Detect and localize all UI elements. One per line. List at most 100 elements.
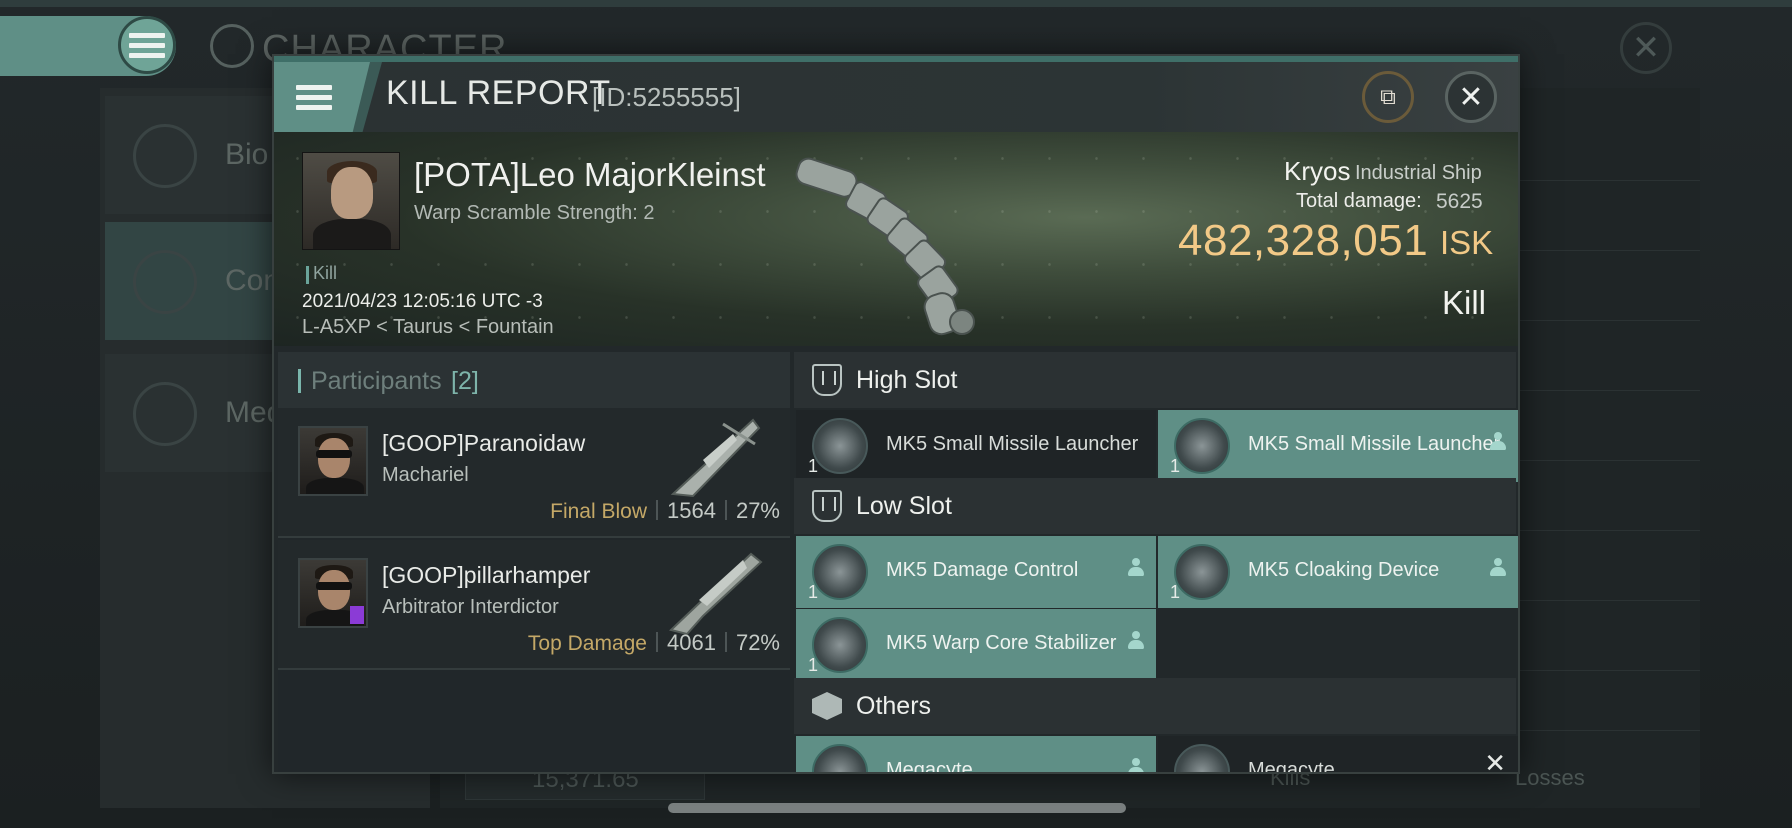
- avatar[interactable]: [298, 426, 368, 496]
- close-icon: ✕: [1458, 80, 1484, 114]
- participant-damage: 1564: [667, 498, 716, 523]
- participant-ship: Arbitrator Interdictor: [382, 596, 559, 618]
- external-link-icon: ⧉: [1380, 84, 1396, 109]
- megacyte-icon: [812, 744, 868, 772]
- participant-row[interactable]: [GOOP]pillarhamper Arbitrator Interdicto…: [278, 540, 790, 670]
- module-qty: 1: [1170, 582, 1181, 602]
- divider: [1500, 730, 1700, 731]
- hamburger-icon: [296, 80, 332, 115]
- pilot-icon: [1128, 631, 1144, 651]
- participant-ship-image: [670, 418, 761, 498]
- victim-ship-name[interactable]: Kryos: [1284, 156, 1350, 187]
- pilot-icon: [1490, 558, 1506, 578]
- share-button[interactable]: ⧉: [1362, 71, 1414, 123]
- high-slot-icon: [812, 364, 842, 396]
- kill-tag: Kill: [313, 263, 338, 283]
- module-item[interactable]: 1 MK5 Small Missile Launcher: [1158, 410, 1518, 482]
- result-label: Kill: [1442, 284, 1487, 321]
- divider: [1500, 390, 1700, 391]
- participant-stats: Final Blow 1564 27%: [550, 498, 780, 524]
- module-qty: 1: [808, 582, 819, 602]
- slot-label: High Slot: [856, 366, 958, 394]
- victim-ship-class: Industrial Ship: [1355, 162, 1482, 184]
- participants-count: [2]: [451, 367, 479, 395]
- participant-percent: 72%: [735, 630, 780, 655]
- dialog-title: KILL REPORT: [386, 74, 611, 112]
- list-icon: [133, 124, 197, 188]
- module-item[interactable]: 1 MK5 Cloaking Device: [1158, 536, 1518, 608]
- participant-name: [GOOP]pillarhamper: [382, 562, 591, 588]
- participant-ship-image: [668, 552, 763, 636]
- high-slot-header: High Slot: [794, 352, 1516, 408]
- module-item[interactable]: Megacyte: [796, 736, 1156, 774]
- pilot-icon: [1128, 558, 1144, 578]
- module-name: MK5 Small Missile Launcher: [1248, 433, 1501, 455]
- background-losses-label: Losses: [1515, 765, 1585, 790]
- destroyed-x-icon: ✕: [1484, 748, 1506, 774]
- kill-datetime: 2021/04/23 12:05:16 UTC -3: [302, 291, 543, 312]
- module-item[interactable]: Megacyte ✕: [1158, 736, 1518, 774]
- victim-avatar[interactable]: [302, 152, 400, 250]
- close-button[interactable]: ✕: [1445, 71, 1497, 123]
- divider: [1500, 530, 1700, 531]
- participant-percent: 27%: [735, 498, 780, 523]
- victim-name[interactable]: [POTA]Leo MajorKleinst: [414, 156, 766, 194]
- tag-bar: [306, 266, 309, 284]
- module-name: MK5 Damage Control: [886, 559, 1079, 581]
- divider: [1500, 670, 1700, 671]
- divider: [1500, 250, 1700, 251]
- kill-location[interactable]: L-A5XP < Taurus < Fountain: [302, 316, 554, 339]
- participant-stats: Top Damage 4061 72%: [528, 630, 780, 656]
- warp-core-stabilizer-icon: [812, 617, 868, 673]
- header-bar: [298, 369, 301, 393]
- crossed-swords-icon: [133, 250, 197, 314]
- background-close-button[interactable]: ✕: [1620, 22, 1672, 74]
- missile-launcher-icon: [812, 418, 868, 474]
- participant-row[interactable]: [GOOP]Paranoidaw Machariel Final Blow 156…: [278, 408, 790, 538]
- isk-value: 482,328,051: [1178, 216, 1429, 265]
- horizontal-scrollbar[interactable]: [668, 803, 1126, 813]
- character-icon: [210, 24, 254, 68]
- cargo-box-icon: [812, 692, 842, 720]
- module-item[interactable]: 1 MK5 Warp Core Stabilizer: [796, 609, 1156, 681]
- module-qty: 1: [808, 655, 819, 675]
- megacyte-icon: [1174, 744, 1230, 772]
- divider: [1500, 600, 1700, 601]
- isk-unit: ISK: [1440, 224, 1494, 261]
- cloaking-device-icon: [1174, 544, 1230, 600]
- pilot-icon: [1128, 758, 1144, 772]
- total-damage-value: 5625: [1436, 190, 1483, 213]
- module-item[interactable]: 1 MK5 Small Missile Launcher: [796, 410, 1156, 482]
- module-name: Megacyte: [1248, 759, 1335, 774]
- low-slot-icon: [812, 490, 842, 522]
- victim-ship-image[interactable]: [784, 140, 1024, 340]
- module-item[interactable]: 1 MK5 Damage Control: [796, 536, 1156, 608]
- module-qty: 1: [808, 456, 819, 476]
- background-menu-button[interactable]: [118, 16, 176, 74]
- close-icon: ✕: [1631, 29, 1661, 67]
- kill-id: [ID:5255555]: [592, 82, 741, 112]
- module-name: MK5 Small Missile Launcher: [886, 433, 1139, 455]
- pilot-icon: [1490, 432, 1506, 452]
- module-name: Megacyte: [886, 759, 973, 774]
- participant-name: [GOOP]Paranoidaw: [382, 430, 586, 456]
- others-header: Others: [794, 678, 1516, 734]
- sidebar-item-label: Bio: [225, 138, 269, 171]
- avatar[interactable]: [298, 558, 368, 628]
- divider: [1500, 180, 1700, 181]
- module-name: MK5 Warp Core Stabilizer: [886, 632, 1117, 654]
- damage-control-icon: [812, 544, 868, 600]
- missile-launcher-icon: [1174, 418, 1230, 474]
- hamburger-icon: [129, 28, 165, 63]
- low-slot-header: Low Slot: [794, 478, 1516, 534]
- slot-label: Others: [856, 692, 932, 720]
- final-blow-label: Final Blow: [550, 500, 647, 523]
- module-name: MK5 Cloaking Device: [1248, 559, 1440, 581]
- participant-ship: Machariel: [382, 464, 469, 486]
- kill-report-dialog: KILL REPORT [ID:5255555] ⧉ ✕ [POTA]Leo M…: [272, 54, 1520, 774]
- module-qty: 1: [1170, 456, 1181, 476]
- star-medal-icon: [133, 382, 197, 446]
- slot-label: Low Slot: [856, 492, 952, 520]
- participant-damage: 4061: [667, 630, 716, 655]
- top-line: [0, 0, 1792, 7]
